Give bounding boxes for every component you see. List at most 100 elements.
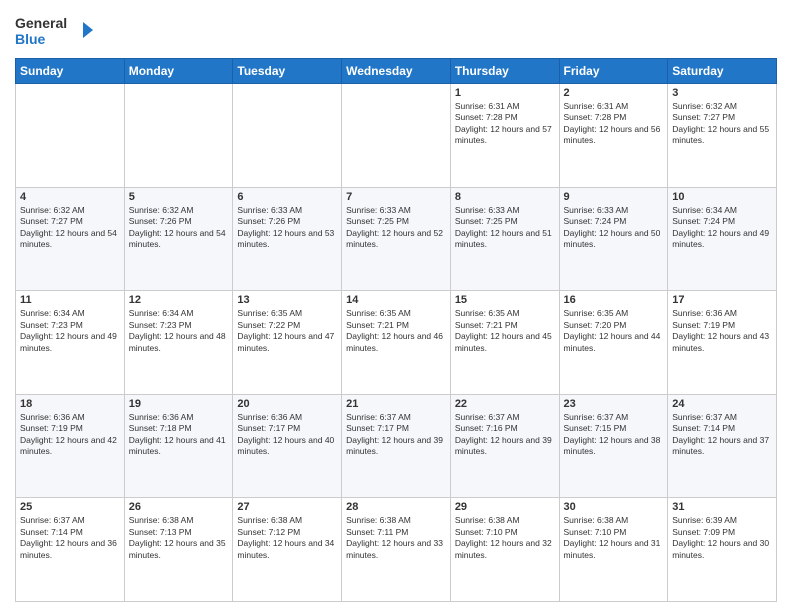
- day-number: 17: [672, 294, 772, 306]
- calendar-day-cell: 19 Sunrise: 6:36 AM Sunset: 7:18 PM Dayli…: [124, 394, 233, 498]
- calendar-day-cell: 18 Sunrise: 6:36 AM Sunset: 7:19 PM Dayli…: [16, 394, 125, 498]
- day-number: 27: [237, 501, 337, 513]
- svg-text:General: General: [15, 15, 67, 31]
- day-info: Sunrise: 6:37 AM Sunset: 7:17 PM Dayligh…: [346, 412, 446, 458]
- day-info: Sunrise: 6:33 AM Sunset: 7:25 PM Dayligh…: [346, 205, 446, 251]
- day-number: 4: [20, 191, 120, 203]
- calendar-day-cell: 25 Sunrise: 6:37 AM Sunset: 7:14 PM Dayli…: [16, 498, 125, 602]
- day-number: 29: [455, 501, 555, 513]
- day-info: Sunrise: 6:36 AM Sunset: 7:19 PM Dayligh…: [20, 412, 120, 458]
- day-info: Sunrise: 6:38 AM Sunset: 7:13 PM Dayligh…: [129, 515, 229, 561]
- day-number: 15: [455, 294, 555, 306]
- day-number: 7: [346, 191, 446, 203]
- day-info: Sunrise: 6:32 AM Sunset: 7:26 PM Dayligh…: [129, 205, 229, 251]
- day-number: 22: [455, 398, 555, 410]
- calendar-day-cell: [233, 84, 342, 188]
- calendar-day-header: Friday: [559, 59, 668, 84]
- day-info: Sunrise: 6:33 AM Sunset: 7:26 PM Dayligh…: [237, 205, 337, 251]
- day-info: Sunrise: 6:36 AM Sunset: 7:18 PM Dayligh…: [129, 412, 229, 458]
- calendar-day-cell: 13 Sunrise: 6:35 AM Sunset: 7:22 PM Dayli…: [233, 291, 342, 395]
- calendar-day-cell: [124, 84, 233, 188]
- day-number: 19: [129, 398, 229, 410]
- day-info: Sunrise: 6:32 AM Sunset: 7:27 PM Dayligh…: [20, 205, 120, 251]
- calendar-day-cell: 3Sunrise: 6:32 AM Sunset: 7:27 PM Daylig…: [668, 84, 777, 188]
- calendar-day-cell: 22 Sunrise: 6:37 AM Sunset: 7:16 PM Dayli…: [450, 394, 559, 498]
- day-info: Sunrise: 6:35 AM Sunset: 7:22 PM Dayligh…: [237, 308, 337, 354]
- day-info: Sunrise: 6:31 AM Sunset: 7:28 PM Dayligh…: [455, 101, 555, 147]
- day-info: Sunrise: 6:33 AM Sunset: 7:25 PM Dayligh…: [455, 205, 555, 251]
- day-info: Sunrise: 6:39 AM Sunset: 7:09 PM Dayligh…: [672, 515, 772, 561]
- calendar-day-cell: 14 Sunrise: 6:35 AM Sunset: 7:21 PM Dayli…: [342, 291, 451, 395]
- calendar-week-row: 11 Sunrise: 6:34 AM Sunset: 7:23 PM Dayli…: [16, 291, 777, 395]
- day-number: 31: [672, 501, 772, 513]
- day-number: 10: [672, 191, 772, 203]
- page: General Blue SundayMondayTuesdayWednesda…: [0, 0, 792, 612]
- day-info: Sunrise: 6:36 AM Sunset: 7:17 PM Dayligh…: [237, 412, 337, 458]
- calendar-day-cell: 16Sunrise: 6:35 AM Sunset: 7:20 PM Dayli…: [559, 291, 668, 395]
- day-number: 14: [346, 294, 446, 306]
- day-info: Sunrise: 6:38 AM Sunset: 7:10 PM Dayligh…: [455, 515, 555, 561]
- calendar-day-cell: 23 Sunrise: 6:37 AM Sunset: 7:15 PM Dayli…: [559, 394, 668, 498]
- calendar-day-cell: 27 Sunrise: 6:38 AM Sunset: 7:12 PM Dayli…: [233, 498, 342, 602]
- calendar-week-row: 18 Sunrise: 6:36 AM Sunset: 7:19 PM Dayli…: [16, 394, 777, 498]
- day-number: 26: [129, 501, 229, 513]
- day-info: Sunrise: 6:38 AM Sunset: 7:11 PM Dayligh…: [346, 515, 446, 561]
- day-info: Sunrise: 6:37 AM Sunset: 7:14 PM Dayligh…: [20, 515, 120, 561]
- day-info: Sunrise: 6:38 AM Sunset: 7:12 PM Dayligh…: [237, 515, 337, 561]
- calendar-day-cell: 7 Sunrise: 6:33 AM Sunset: 7:25 PM Daylig…: [342, 187, 451, 291]
- calendar-week-row: 4 Sunrise: 6:32 AM Sunset: 7:27 PM Daylig…: [16, 187, 777, 291]
- day-number: 11: [20, 294, 120, 306]
- logo: General Blue: [15, 10, 95, 50]
- day-info: Sunrise: 6:34 AM Sunset: 7:23 PM Dayligh…: [129, 308, 229, 354]
- svg-text:Blue: Blue: [15, 31, 46, 47]
- calendar-day-cell: 28 Sunrise: 6:38 AM Sunset: 7:11 PM Dayli…: [342, 498, 451, 602]
- calendar-day-cell: 2 Sunrise: 6:31 AM Sunset: 7:28 PM Daylig…: [559, 84, 668, 188]
- calendar-day-cell: [342, 84, 451, 188]
- day-info: Sunrise: 6:37 AM Sunset: 7:14 PM Dayligh…: [672, 412, 772, 458]
- calendar-day-cell: 21 Sunrise: 6:37 AM Sunset: 7:17 PM Dayli…: [342, 394, 451, 498]
- calendar-day-cell: 6Sunrise: 6:33 AM Sunset: 7:26 PM Daylig…: [233, 187, 342, 291]
- day-number: 13: [237, 294, 337, 306]
- calendar-day-header: Saturday: [668, 59, 777, 84]
- calendar-day-cell: 9Sunrise: 6:33 AM Sunset: 7:24 PM Daylig…: [559, 187, 668, 291]
- calendar-week-row: 1 Sunrise: 6:31 AM Sunset: 7:28 PM Daylig…: [16, 84, 777, 188]
- calendar-day-cell: 29 Sunrise: 6:38 AM Sunset: 7:10 PM Dayli…: [450, 498, 559, 602]
- day-number: 5: [129, 191, 229, 203]
- day-number: 18: [20, 398, 120, 410]
- calendar-day-header: Sunday: [16, 59, 125, 84]
- day-info: Sunrise: 6:32 AM Sunset: 7:27 PM Dayligh…: [672, 101, 772, 147]
- day-info: Sunrise: 6:33 AM Sunset: 7:24 PM Dayligh…: [564, 205, 664, 251]
- day-info: Sunrise: 6:35 AM Sunset: 7:21 PM Dayligh…: [455, 308, 555, 354]
- calendar-day-cell: 31 Sunrise: 6:39 AM Sunset: 7:09 PM Dayli…: [668, 498, 777, 602]
- calendar-day-cell: 26 Sunrise: 6:38 AM Sunset: 7:13 PM Dayli…: [124, 498, 233, 602]
- day-number: 23: [564, 398, 664, 410]
- day-info: Sunrise: 6:38 AM Sunset: 7:10 PM Dayligh…: [564, 515, 664, 561]
- calendar-header-row: SundayMondayTuesdayWednesdayThursdayFrid…: [16, 59, 777, 84]
- calendar-week-row: 25 Sunrise: 6:37 AM Sunset: 7:14 PM Dayli…: [16, 498, 777, 602]
- calendar-day-cell: 24Sunrise: 6:37 AM Sunset: 7:14 PM Dayli…: [668, 394, 777, 498]
- day-number: 1: [455, 87, 555, 99]
- day-number: 2: [564, 87, 664, 99]
- logo-svg: General Blue: [15, 10, 95, 50]
- day-number: 12: [129, 294, 229, 306]
- calendar-day-header: Thursday: [450, 59, 559, 84]
- day-info: Sunrise: 6:34 AM Sunset: 7:24 PM Dayligh…: [672, 205, 772, 251]
- day-info: Sunrise: 6:31 AM Sunset: 7:28 PM Dayligh…: [564, 101, 664, 147]
- day-number: 8: [455, 191, 555, 203]
- day-info: Sunrise: 6:37 AM Sunset: 7:16 PM Dayligh…: [455, 412, 555, 458]
- day-info: Sunrise: 6:37 AM Sunset: 7:15 PM Dayligh…: [564, 412, 664, 458]
- day-number: 28: [346, 501, 446, 513]
- day-number: 16: [564, 294, 664, 306]
- calendar-day-cell: 15 Sunrise: 6:35 AM Sunset: 7:21 PM Dayli…: [450, 291, 559, 395]
- day-info: Sunrise: 6:35 AM Sunset: 7:21 PM Dayligh…: [346, 308, 446, 354]
- calendar-day-cell: 12 Sunrise: 6:34 AM Sunset: 7:23 PM Dayli…: [124, 291, 233, 395]
- calendar-day-cell: 11Sunrise: 6:34 AM Sunset: 7:23 PM Dayli…: [16, 291, 125, 395]
- day-number: 20: [237, 398, 337, 410]
- calendar-day-header: Tuesday: [233, 59, 342, 84]
- calendar-day-header: Wednesday: [342, 59, 451, 84]
- calendar-day-cell: 1 Sunrise: 6:31 AM Sunset: 7:28 PM Daylig…: [450, 84, 559, 188]
- day-number: 25: [20, 501, 120, 513]
- calendar-day-cell: 10 Sunrise: 6:34 AM Sunset: 7:24 PM Dayli…: [668, 187, 777, 291]
- header: General Blue: [15, 10, 777, 50]
- day-number: 21: [346, 398, 446, 410]
